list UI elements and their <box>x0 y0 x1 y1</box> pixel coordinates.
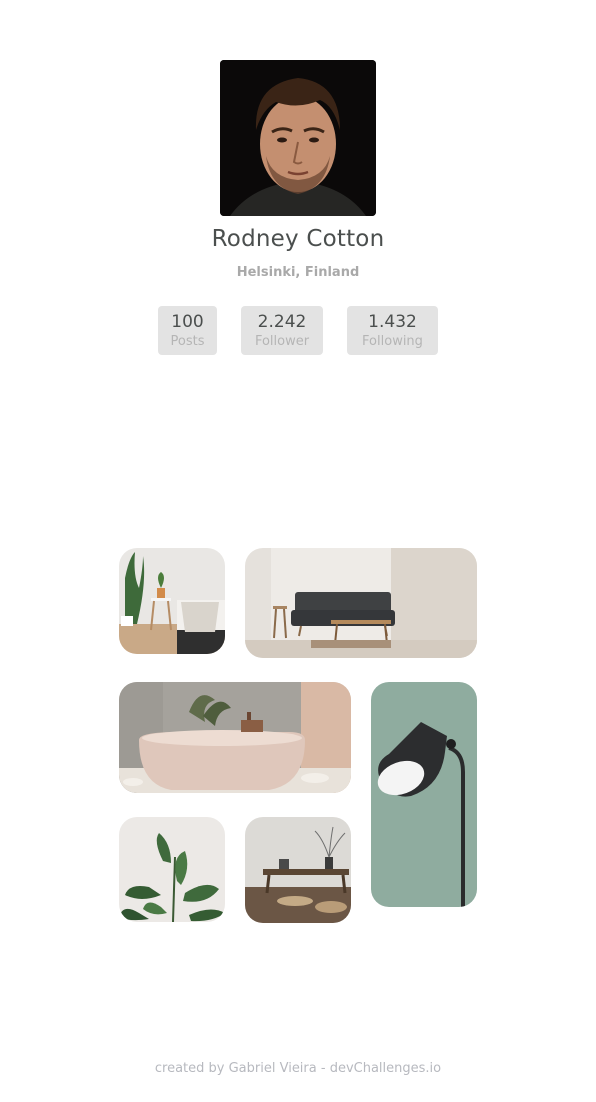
stat-follower[interactable]: 2.242 Follower <box>241 306 323 355</box>
gallery-photo-lamp[interactable] <box>371 682 477 907</box>
footer-credit: created by Gabriel Vieira - devChallenge… <box>154 1061 442 1076</box>
stat-posts-value: 100 <box>171 312 204 332</box>
gallery-photo-living-room[interactable] <box>245 548 477 658</box>
gallery-photo-table[interactable] <box>245 817 351 923</box>
stat-posts[interactable]: 100 Posts <box>158 306 217 355</box>
gallery-photo-bathtub[interactable] <box>119 682 351 793</box>
stat-following-value: 1.432 <box>368 312 417 332</box>
gallery-photo-plant[interactable] <box>119 817 225 922</box>
stat-follower-label: Follower <box>254 334 310 349</box>
profile-location: Helsinki, Finland <box>236 265 360 280</box>
profile-name: Rodney Cotton <box>211 226 385 252</box>
stat-following[interactable]: 1.432 Following <box>347 306 438 355</box>
profile-avatar <box>220 60 376 216</box>
stat-posts-label: Posts <box>170 334 205 349</box>
stat-follower-value: 2.242 <box>257 312 307 332</box>
stat-following-label: Following <box>362 334 423 349</box>
gallery-photo-bedroom[interactable] <box>119 548 225 654</box>
